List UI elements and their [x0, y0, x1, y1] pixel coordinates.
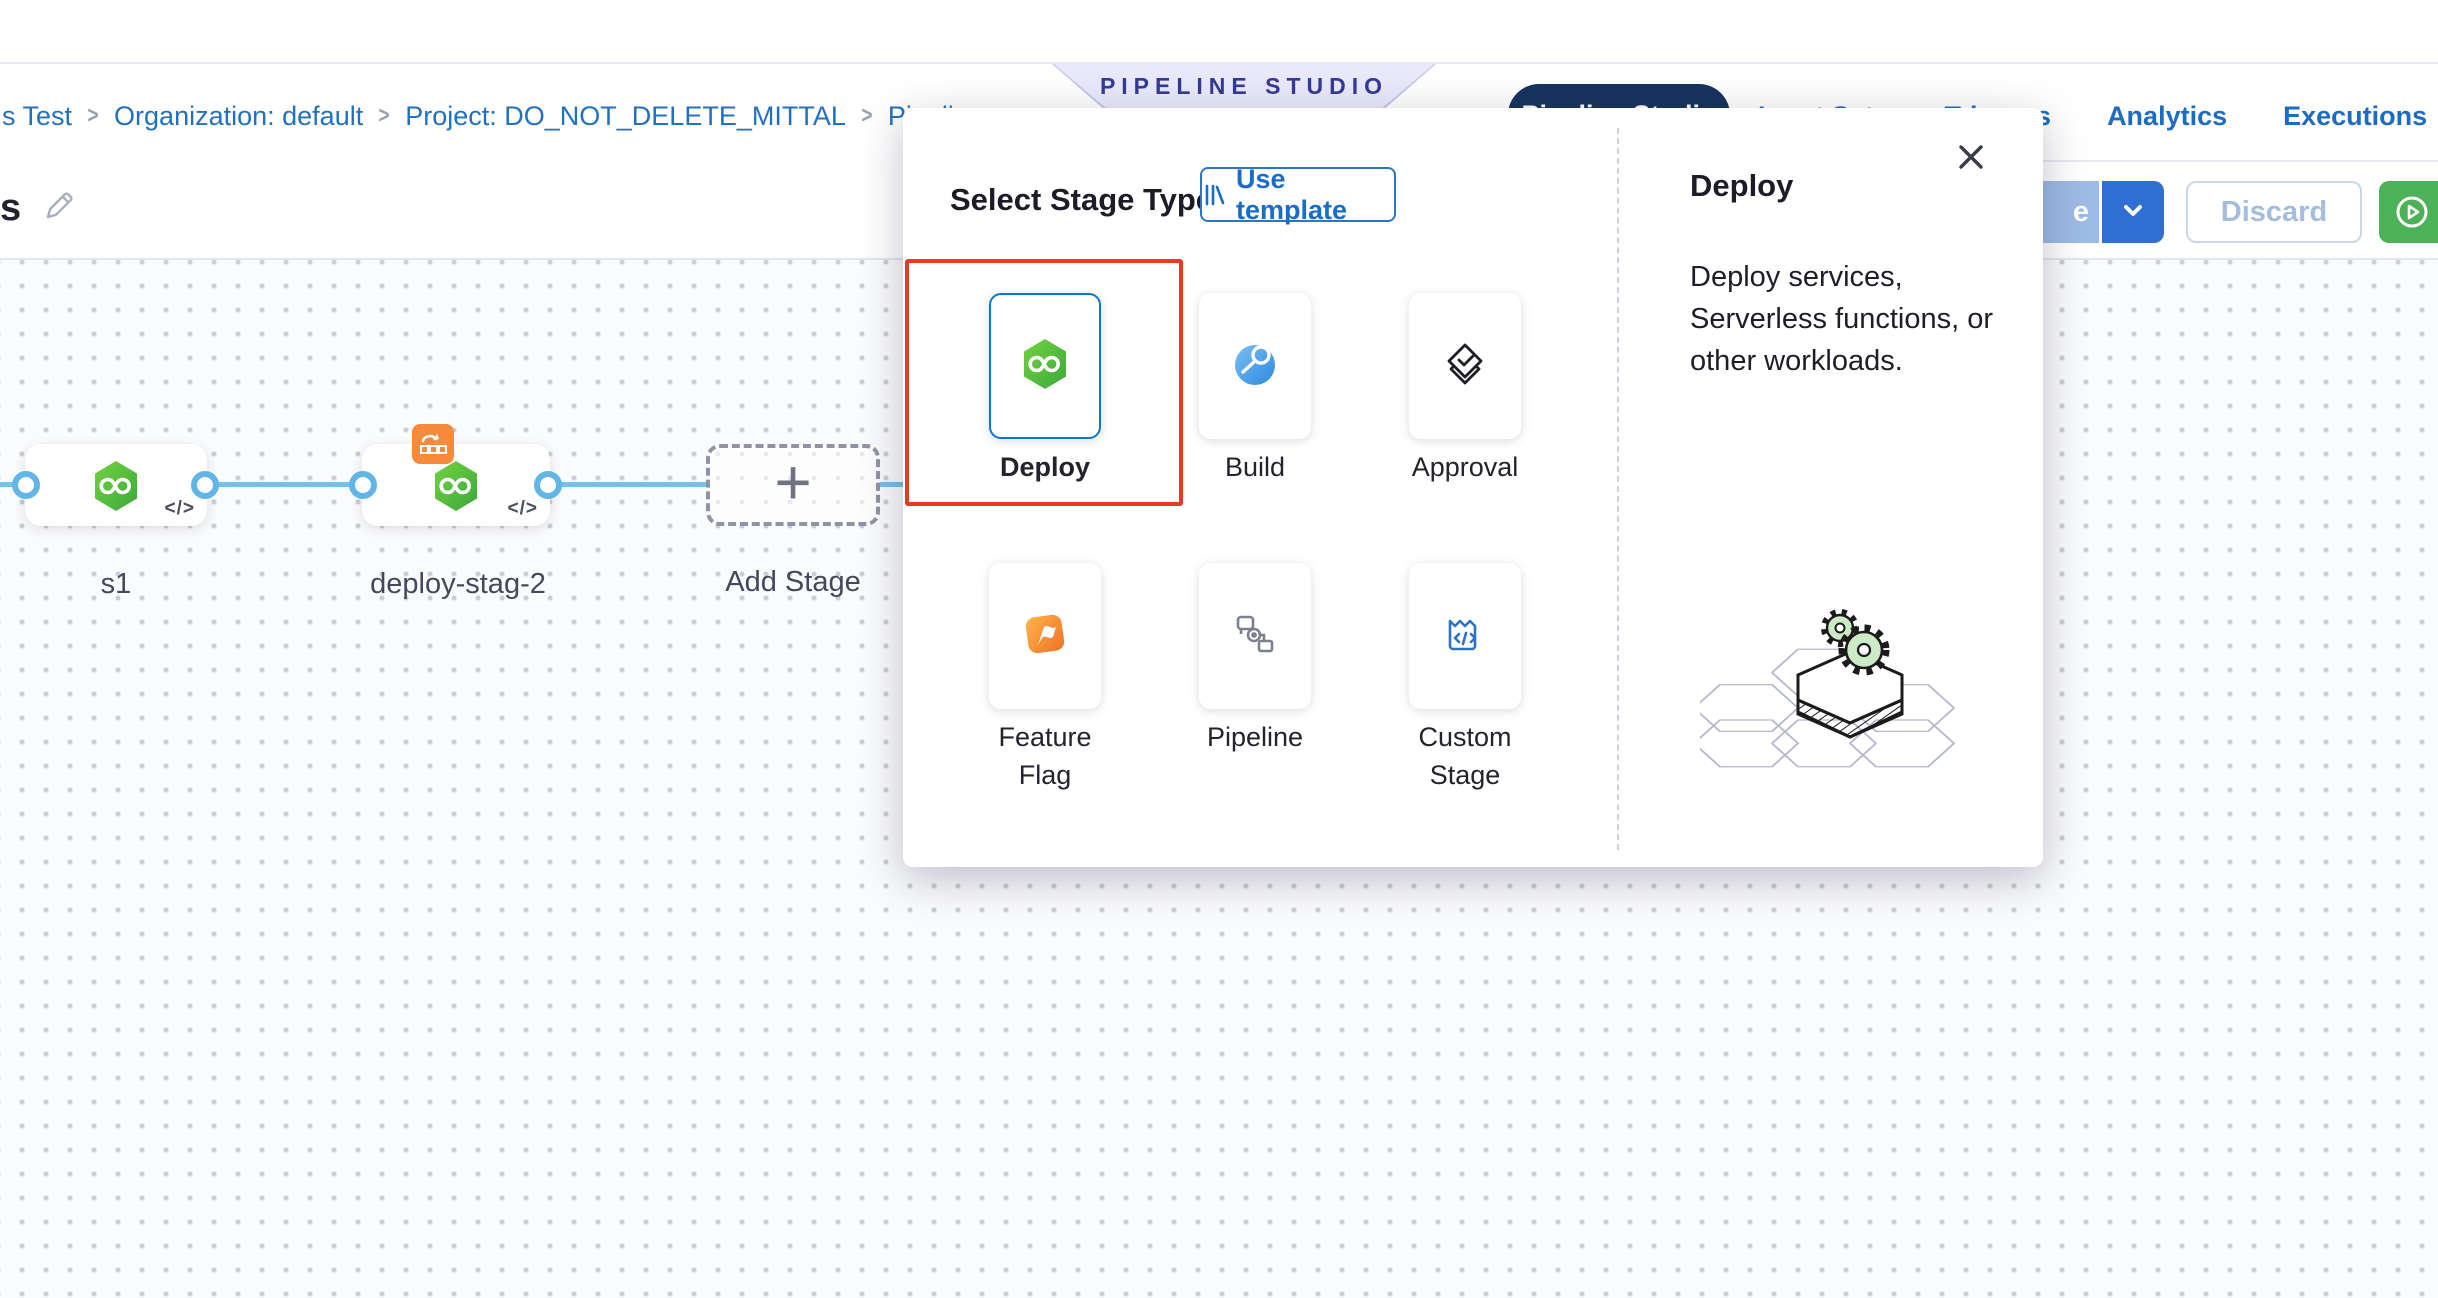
- edit-pencil-icon[interactable]: [41, 188, 77, 229]
- propagate-stage-badge-icon: [412, 424, 454, 464]
- nav-analytics[interactable]: Analytics: [2107, 101, 2227, 132]
- selection-annotation-rectangle: [905, 259, 1183, 506]
- pipeline-studio-banner: PIPELINE STUDIO: [1052, 64, 1436, 111]
- deploy-illustration: [1700, 580, 2000, 785]
- plus-icon: +: [774, 450, 811, 514]
- breadcrumb-item-organization[interactable]: Organization: default: [114, 101, 363, 132]
- harness-cd-icon: [91, 459, 141, 518]
- pipeline-chain-icon: [1230, 609, 1280, 664]
- add-stage-button[interactable]: +: [706, 444, 880, 526]
- run-button[interactable]: Run: [2379, 181, 2438, 243]
- modal-title: Select Stage Type: [950, 182, 1213, 218]
- harness-cd-icon: [431, 459, 481, 518]
- stage-node-label: s1: [25, 568, 207, 601]
- stage-type-label: Build: [1180, 448, 1330, 486]
- add-stage-label: Add Stage: [706, 566, 880, 599]
- stage-type-label: Approval: [1390, 448, 1540, 486]
- header-divider: [0, 62, 2438, 64]
- stage-type-feature-flag[interactable]: [989, 563, 1101, 709]
- breadcrumb-item-account[interactable]: s Test: [2, 101, 72, 132]
- yaml-code-chip[interactable]: </>: [165, 498, 195, 520]
- harness-ci-icon: [1230, 339, 1280, 394]
- detail-panel-title: Deploy: [1690, 168, 1793, 204]
- template-library-icon: [1202, 183, 1226, 207]
- nav-executions[interactable]: Executions: [2283, 101, 2427, 132]
- stage-type-pipeline[interactable]: [1199, 563, 1311, 709]
- stage-type-custom-stage[interactable]: [1409, 563, 1521, 709]
- node-port[interactable]: [191, 471, 219, 499]
- chevron-down-icon: [2120, 197, 2146, 228]
- modal-panel-divider: [1617, 128, 1619, 850]
- pipeline-edge: [546, 482, 708, 487]
- nav-underline: [2043, 160, 2438, 162]
- node-port[interactable]: [349, 471, 377, 499]
- pipeline-studio-banner-label: PIPELINE STUDIO: [1054, 64, 1434, 109]
- stage-node-deploy-stag-2[interactable]: </>: [362, 444, 550, 526]
- custom-stage-icon: [1440, 609, 1490, 664]
- detail-panel-description: Deploy services, Serverless functions, o…: [1690, 256, 2006, 382]
- use-template-button[interactable]: Use template: [1200, 167, 1396, 222]
- breadcrumb-separator: >: [87, 102, 98, 130]
- stage-type-label: Custom Stage: [1390, 718, 1540, 794]
- stage-node-s1[interactable]: </>: [25, 444, 207, 526]
- stage-node-label: deploy-stag-2: [348, 568, 568, 601]
- feature-flag-icon: [1020, 609, 1070, 664]
- pipeline-edge: [204, 482, 366, 487]
- breadcrumb-separator: >: [379, 102, 390, 130]
- approval-check-icon: [1440, 339, 1490, 394]
- pipeline-studio-page: s Test > Organization: default > Project…: [0, 0, 2438, 1298]
- pipeline-title-row: s: [0, 186, 77, 230]
- stage-type-build[interactable]: [1199, 293, 1311, 439]
- close-icon[interactable]: [1950, 136, 1992, 178]
- stage-type-label: Feature Flag: [970, 718, 1120, 794]
- node-port[interactable]: [12, 471, 40, 499]
- node-port[interactable]: [534, 471, 562, 499]
- stage-type-label: Pipeline: [1180, 718, 1330, 756]
- use-template-label: Use template: [1236, 164, 1394, 226]
- discard-button[interactable]: Discard: [2186, 181, 2362, 243]
- save-button[interactable]: e: [2043, 181, 2099, 243]
- stage-type-approval[interactable]: [1409, 293, 1521, 439]
- breadcrumb: s Test > Organization: default > Project…: [2, 98, 984, 134]
- play-circle-icon: [2393, 193, 2431, 231]
- save-options-button[interactable]: [2102, 181, 2164, 243]
- breadcrumb-separator: >: [861, 102, 872, 130]
- yaml-code-chip[interactable]: </>: [508, 498, 538, 520]
- breadcrumb-item-project[interactable]: Project: DO_NOT_DELETE_MITTAL: [405, 101, 846, 132]
- pipeline-name-fragment: s: [0, 187, 21, 230]
